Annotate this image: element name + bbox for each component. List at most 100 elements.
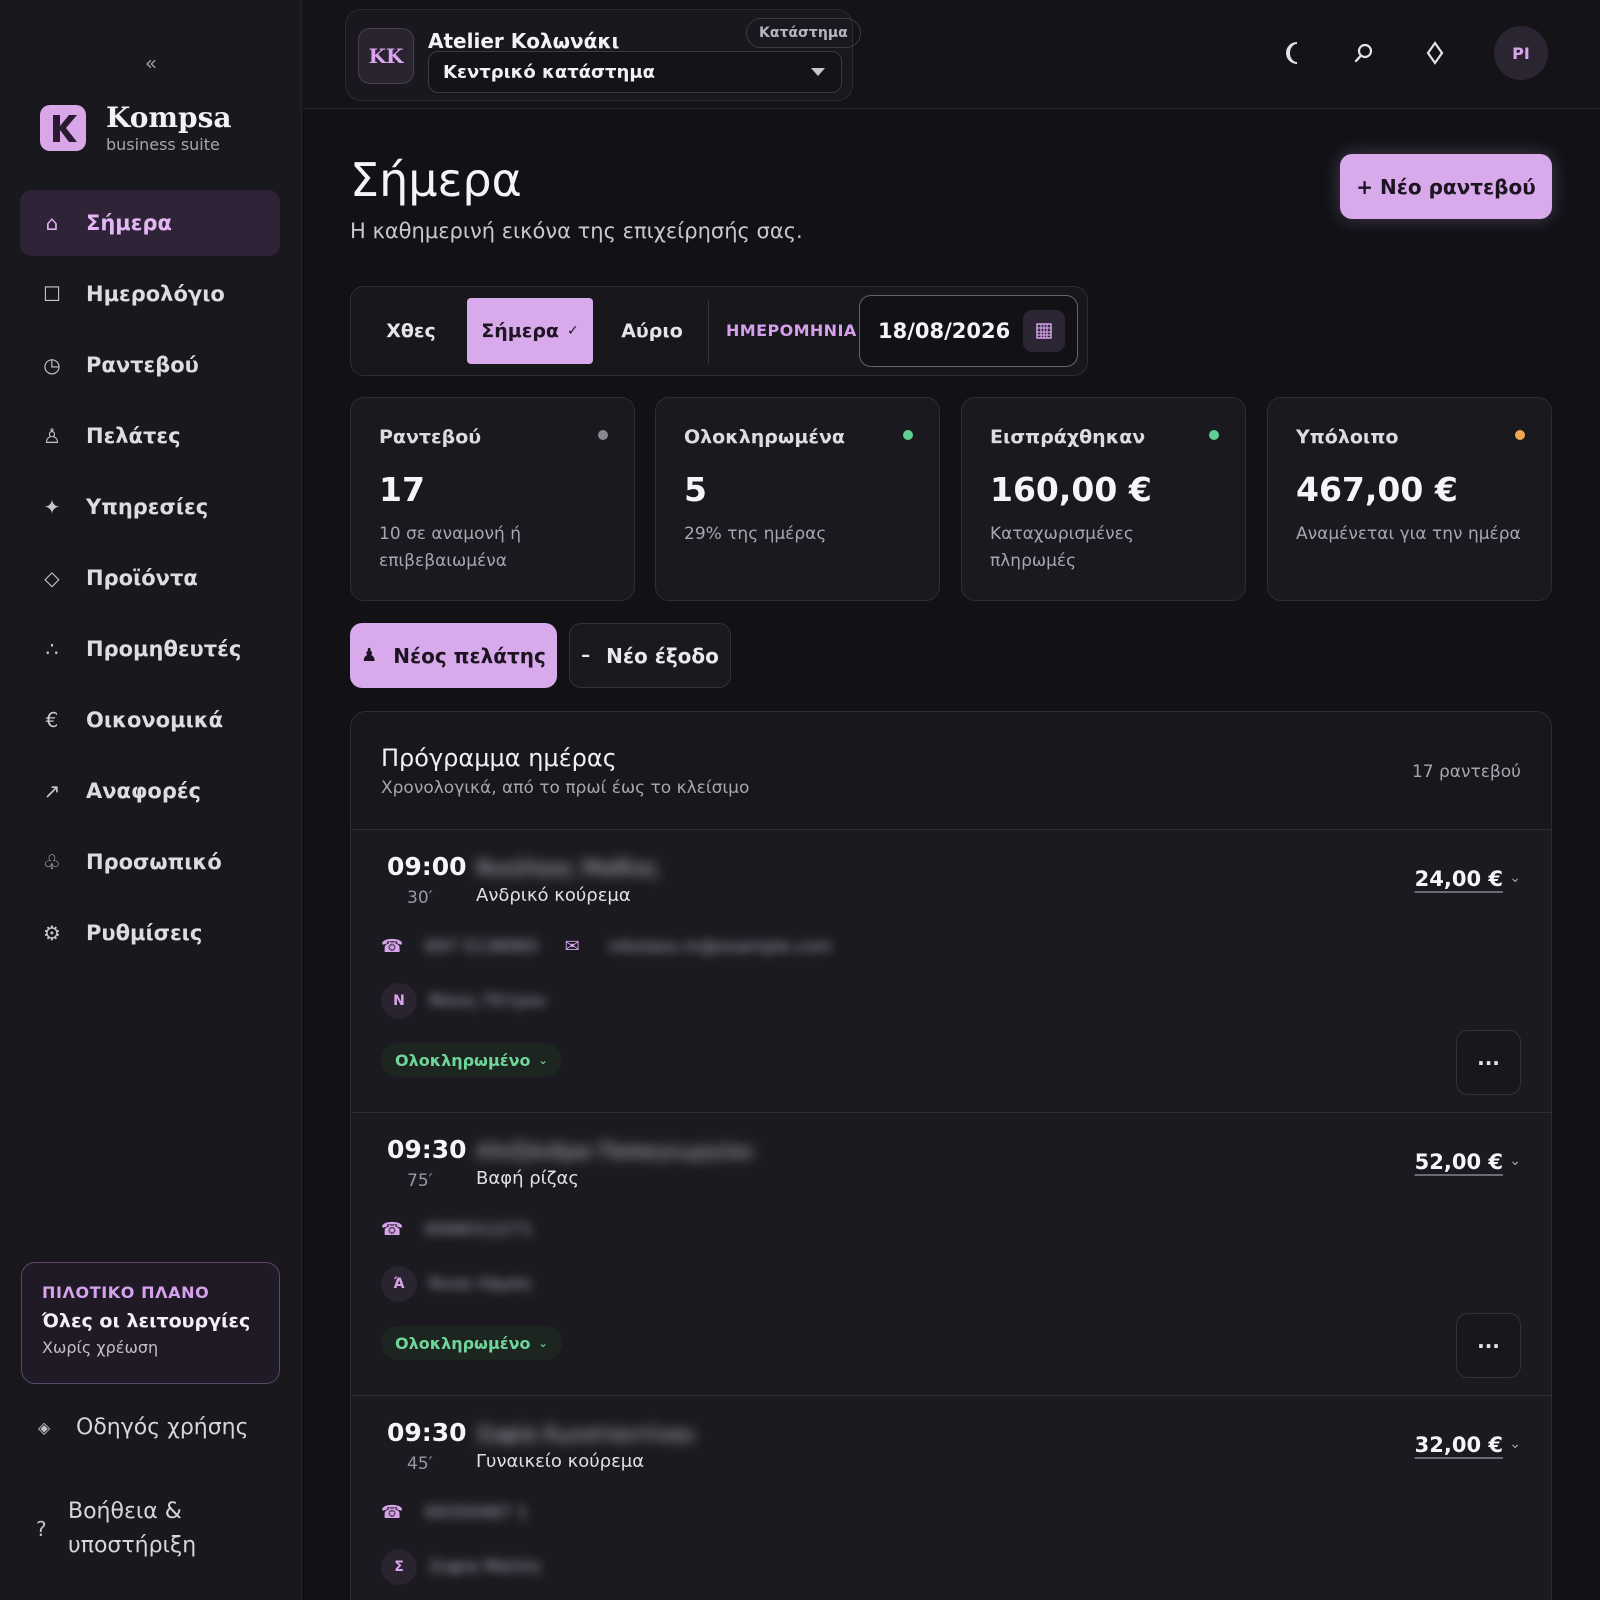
sidebar-item-reports[interactable]: ↗ Αναφορές — [20, 758, 280, 824]
schedule-title: Πρόγραμμα ημέρας — [381, 744, 617, 772]
new-client-button[interactable]: ♟ Νέος πελάτης — [350, 623, 557, 688]
kompsa-logo-icon — [40, 105, 86, 151]
chevron-down-icon: ⌄ — [538, 1053, 548, 1067]
phone-icon: ☎ — [381, 1219, 404, 1240]
sparkle-icon: ✦ — [43, 495, 61, 519]
plan-card[interactable]: ΠΙΛΟΤΙΚΟ ΠΛΑΝΟ Όλες οι λειτουργίες Χωρίς… — [21, 1262, 280, 1384]
stats-row: Ραντεβού 17 10 σε αναμονή ή επιβεβαιωμέν… — [350, 397, 1552, 601]
sidebar-item-finance[interactable]: € Οικονομικά — [20, 687, 280, 753]
divider — [708, 300, 709, 364]
sidebar-item-today[interactable]: ⌂ Σήμερα — [20, 190, 280, 256]
quick-actions: ♟ Νέος πελάτης – Νέο έξοδο — [350, 623, 731, 688]
schedule-subtitle: Χρονολογικά, από το πρωί έως το κλείσιμο — [381, 778, 750, 798]
chevron-down-icon[interactable]: ⌄ — [1509, 1436, 1521, 1452]
plan-kicker: ΠΙΛΟΤΙΚΟ ΠΛΑΝΟ — [42, 1283, 210, 1302]
date-input[interactable]: 18/08/2026 — [859, 295, 1078, 367]
status-dropdown[interactable]: Ολοκληρωμένο ⌄ — [381, 1326, 562, 1360]
more-options-button[interactable]: ··· — [1456, 1313, 1521, 1378]
sidebar-item-appointments[interactable]: ◷ Ραντεβού — [20, 332, 280, 398]
client-phone[interactable]: 69350487 1 — [425, 1503, 528, 1523]
diamond-icon[interactable] — [1415, 26, 1455, 80]
appointment-row[interactable]: 09:30 45′ Σοφία Κωνσταντίνου Γυναικείο κ… — [351, 1396, 1551, 1600]
new-expense-button[interactable]: – Νέο έξοδο — [569, 623, 731, 688]
sidebar-item-label: Προμηθευτές — [86, 637, 242, 661]
mail-icon: ✉ — [564, 936, 580, 957]
date-label: ΗΜΕΡΟΜΗΝΙΑ — [726, 321, 857, 340]
euro-icon: € — [45, 708, 59, 732]
stat-title: Υπόλοιπο — [1296, 426, 1399, 448]
sidebar-item-settings[interactable]: ⚙ Ρυθμίσεις — [20, 900, 280, 966]
staff-row: Σ Σοφία Μάλλη — [381, 1549, 541, 1585]
brand[interactable]: Kompsa business suite — [40, 100, 232, 156]
tab-yesterday[interactable]: Χθες — [361, 298, 461, 364]
new-appointment-button[interactable]: + Νέο ραντεβού — [1340, 154, 1552, 219]
sidebar-item-services[interactable]: ✦ Υπηρεσίες — [20, 474, 280, 540]
appointment-duration: 75′ — [407, 1171, 433, 1191]
store-switcher: KK Atelier Κολωνάκι Κατάστημα Κεντρικό κ… — [345, 9, 861, 101]
chevron-down-icon — [811, 68, 825, 76]
calendar-icon: ☐ — [43, 282, 61, 306]
topbar-actions: PI — [1242, 26, 1548, 80]
stat-note: Καταχωρισμένες πληρωμές — [990, 524, 1134, 571]
tab-tomorrow[interactable]: Αύριο — [599, 298, 705, 364]
tab-today[interactable]: Σήμερα ✓ — [467, 298, 593, 364]
moon-icon[interactable] — [1273, 26, 1313, 80]
appointment-time: 09:30 — [387, 1418, 467, 1447]
search-icon[interactable] — [1344, 26, 1384, 80]
help-support-link[interactable]: ? Βοήθεια & υποστήριξη — [36, 1495, 228, 1563]
sidebar-item-calendar[interactable]: ☐ Ημερολόγιο — [20, 261, 280, 327]
staff-row: Ά Άννα Λάμπη — [381, 1266, 531, 1302]
stat-title: Ολοκληρωμένα — [684, 426, 845, 448]
gear-icon: ⚙ — [43, 921, 61, 945]
day-schedule: Πρόγραμμα ημέρας Χρονολογικά, από το πρω… — [350, 711, 1552, 1600]
sidebar-item-suppliers[interactable]: ∴ Προμηθευτές — [20, 616, 280, 682]
staff-avatar: Ά — [381, 1266, 417, 1302]
sidebar-item-staff[interactable]: ♧ Προσωπικό — [20, 829, 280, 895]
client-name[interactable]: Σοφία Κωνσταντίνου — [476, 1422, 695, 1446]
chevron-down-icon[interactable]: ⌄ — [1509, 870, 1521, 886]
sidebar-item-clients[interactable]: ♙ Πελάτες — [20, 403, 280, 469]
user-guide-link[interactable]: ◈ Οδηγός χρήσης — [38, 1415, 249, 1440]
client-phone[interactable]: 697 5138065 — [425, 937, 539, 957]
status-dropdown[interactable]: Ολοκληρωμένο ⌄ — [381, 1043, 562, 1077]
minus-icon: – — [581, 645, 591, 666]
sidebar-item-products[interactable]: ◇ Προϊόντα — [20, 545, 280, 611]
appointment-row[interactable]: 09:00 30′ Νικόλαος Μαθίος Ανδρικό κούρεμ… — [351, 830, 1551, 1113]
contact-row: ☎ 6948312271 — [381, 1219, 533, 1240]
schedule-count: 17 ραντεβού — [1411, 762, 1521, 782]
sidebar-item-label: Οικονομικά — [86, 708, 224, 732]
client-phone[interactable]: 6948312271 — [425, 1220, 533, 1240]
collapse-sidebar-icon[interactable]: « — [138, 50, 164, 76]
user-avatar[interactable]: PI — [1494, 26, 1548, 80]
stat-card-appointments: Ραντεβού 17 10 σε αναμονή ή επιβεβαιωμέν… — [350, 397, 635, 601]
service-name: Βαφή ρίζας — [476, 1168, 579, 1189]
calendar-icon[interactable] — [1023, 310, 1065, 352]
appointment-row[interactable]: 09:30 75′ Αλεξάνδρα Παπαγεωργίου Βαφή ρί… — [351, 1113, 1551, 1396]
more-options-button[interactable]: ··· — [1456, 1030, 1521, 1095]
appointment-price[interactable]: 52,00 € — [1415, 1150, 1503, 1174]
appointment-price[interactable]: 32,00 € — [1415, 1433, 1503, 1457]
status-dot — [598, 430, 608, 440]
service-name: Γυναικείο κούρεμα — [476, 1451, 645, 1472]
stat-card-balance: Υπόλοιπο 467,00 € Αναμένεται για την ημέ… — [1267, 397, 1552, 601]
diamond-icon: ◈ — [38, 1418, 51, 1437]
plan-title: Όλες οι λειτουργίες — [42, 1310, 251, 1332]
sidebar-item-label: Πελάτες — [86, 424, 181, 448]
user-guide-label: Οδηγός χρήσης — [76, 1415, 249, 1440]
contact-row: ☎ 697 5138065 ✉ nikolaos.m@example.com — [381, 936, 832, 957]
client-email[interactable]: nikolaos.m@example.com — [609, 937, 832, 957]
chevron-down-icon[interactable]: ⌄ — [1509, 1153, 1521, 1169]
appointment-price[interactable]: 24,00 € — [1415, 867, 1503, 891]
sidebar-item-label: Ρυθμίσεις — [86, 921, 203, 945]
home-icon: ⌂ — [45, 211, 59, 235]
stat-value: 160,00 € — [990, 470, 1152, 509]
page-title: Σήμερα — [350, 153, 522, 207]
staff-name: Σοφία Μάλλη — [429, 1557, 541, 1577]
clock-icon: ◷ — [43, 353, 61, 377]
client-name[interactable]: Αλεξάνδρα Παπαγεωργίου — [476, 1139, 753, 1163]
phone-icon: ☎ — [381, 936, 404, 957]
client-name[interactable]: Νικόλαος Μαθίος — [476, 856, 659, 880]
plan-subtitle: Χωρίς χρέωση — [42, 1338, 159, 1357]
store-select[interactable]: Κεντρικό κατάστημα — [428, 51, 842, 93]
stat-value: 5 — [684, 470, 707, 509]
